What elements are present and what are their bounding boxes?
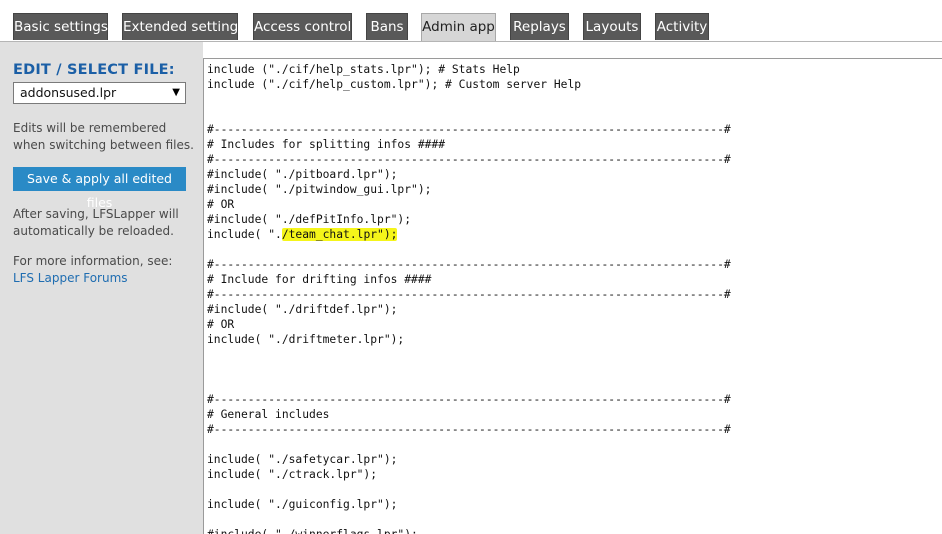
- tab-replays[interactable]: Replays: [510, 13, 569, 40]
- more-info: For more information, see: LFS Lapper Fo…: [13, 253, 198, 287]
- code-line: #include( "./driftdef.lpr");: [207, 303, 398, 316]
- code-line: #---------------------------------------…: [207, 258, 731, 271]
- tab-basic-settings[interactable]: Basic settings: [13, 13, 108, 40]
- code-line: # OR: [207, 318, 235, 331]
- code-line: #---------------------------------------…: [207, 123, 731, 136]
- dropdown-arrow-icon: ▼: [172, 87, 180, 98]
- code-line: #---------------------------------------…: [207, 288, 731, 301]
- tab-bans[interactable]: Bans: [366, 13, 408, 40]
- code-line: include( "./safetycar.lpr");: [207, 453, 398, 466]
- file-select-value: addonsused.lpr: [20, 85, 117, 100]
- code-line: # Include for drifting infos ####: [207, 273, 432, 286]
- code-line: #include( "./defPitInfo.lpr");: [207, 213, 412, 226]
- code-editor[interactable]: include ("./cif/help_stats.lpr"); # Stat…: [203, 58, 942, 534]
- file-select[interactable]: addonsused.lpr ▼: [13, 82, 186, 104]
- code-line: #include( "./pitwindow_gui.lpr");: [207, 183, 432, 196]
- code-line: include( "./driftmeter.lpr");: [207, 333, 405, 346]
- code-line: include ("./cif/help_stats.lpr"); # Stat…: [207, 63, 520, 76]
- tab-admin-app[interactable]: Admin app: [421, 13, 496, 41]
- code-line: #include( "./winnerflags.lpr");: [207, 527, 846, 534]
- more-info-text: For more information, see:: [13, 254, 173, 268]
- code-line: # OR: [207, 198, 235, 211]
- forum-link[interactable]: LFS Lapper Forums: [13, 270, 198, 287]
- save-apply-button[interactable]: Save & apply all edited files: [13, 167, 186, 210]
- tab-access-control[interactable]: Access control: [253, 13, 352, 40]
- code-line: include ("./cif/help_custom.lpr"); # Cus…: [207, 78, 582, 91]
- edits-note: Edits will be remembered when switching …: [13, 121, 194, 152]
- tab-activity[interactable]: Activity: [655, 13, 709, 40]
- tab-layouts[interactable]: Layouts: [583, 13, 641, 40]
- code-line: #---------------------------------------…: [207, 153, 731, 166]
- code-content[interactable]: include ("./cif/help_stats.lpr"); # Stat…: [207, 62, 846, 534]
- code-line: #include( "./pitboard.lpr");: [207, 168, 398, 181]
- code-line: # Includes for splitting infos ####: [207, 138, 446, 151]
- tab-bar: Basic settings Extended settings Access …: [0, 0, 942, 42]
- sidebar: EDIT / SELECT FILE: addonsused.lpr ▼ Edi…: [0, 42, 203, 534]
- sidebar-title: EDIT / SELECT FILE:: [13, 62, 175, 78]
- code-line: #---------------------------------------…: [207, 423, 731, 436]
- highlighted-text: /team_chat.lpr");: [281, 228, 398, 241]
- code-line: include( "./team_chat.lpr");: [207, 228, 398, 241]
- reload-note: After saving, LFSLapper will automatical…: [13, 207, 179, 238]
- code-line: # General includes: [207, 408, 330, 421]
- tab-extended-settings[interactable]: Extended settings: [122, 13, 245, 40]
- code-line: include( "./ctrack.lpr");: [207, 468, 378, 481]
- code-line: #---------------------------------------…: [207, 393, 731, 406]
- code-line: include( "./guiconfig.lpr");: [207, 498, 398, 511]
